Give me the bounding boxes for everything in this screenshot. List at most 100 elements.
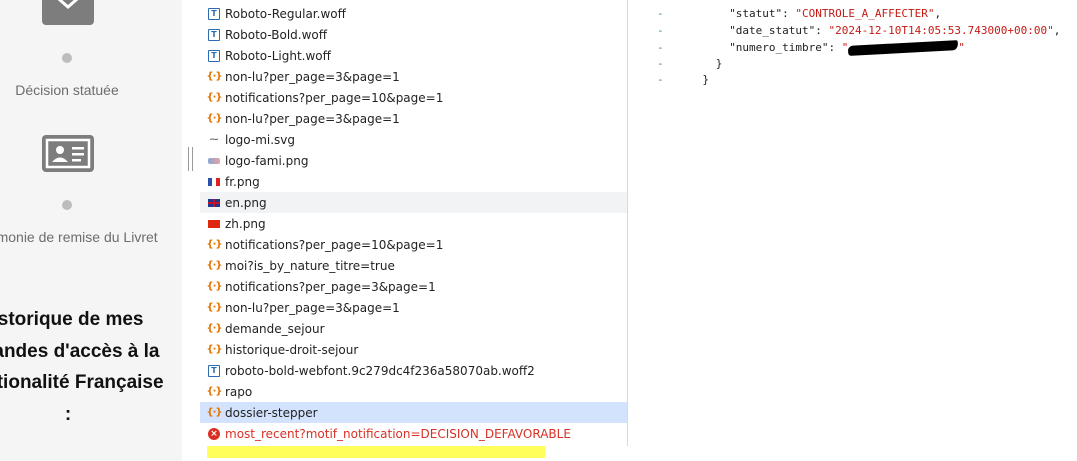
request-row[interactable]: {·} dossier-stepper [200, 402, 627, 423]
json-value: "2024-12-10T14:05:53.743000+00:00" [828, 24, 1054, 37]
request-row[interactable]: {·} non-lu?per_page=3&page=1 [200, 66, 627, 87]
fetch-request-icon: {·} [206, 385, 222, 397]
diff-marker: - [657, 24, 664, 37]
font-file-icon: T [208, 364, 220, 377]
request-row[interactable]: en.png [200, 192, 627, 213]
envelope-icon [42, 0, 94, 25]
panel-resize-handle[interactable] [188, 147, 194, 171]
json-key: "numero_timbre" [729, 41, 829, 54]
request-name: roboto-bold-webfont.9c279dc4f236a58070ab… [225, 363, 535, 378]
redaction-scribble [848, 40, 959, 56]
request-name: non-lu?per_page=3&page=1 [225, 111, 400, 126]
json-key: "statut" [729, 7, 783, 20]
request-name: logo-fami.png [225, 153, 309, 168]
error-icon: × [208, 427, 220, 440]
step-label-decision: Décision statuée [15, 82, 119, 98]
fetch-request-icon: {·} [206, 112, 222, 124]
request-row[interactable]: ⁓ logo-mi.svg [200, 129, 627, 150]
diff-marker: - [657, 7, 664, 20]
json-punctuation: " [958, 41, 966, 54]
json-code: "numero_timbre": " " [729, 40, 966, 56]
diff-marker: - [657, 41, 664, 54]
request-name: Roboto-Bold.woff [225, 27, 328, 42]
image-thumbnail-icon [208, 157, 220, 164]
request-row[interactable]: Troboto-bold-webfont.9c279dc4f236a58070a… [200, 360, 627, 381]
flag-fr-icon [208, 177, 220, 186]
request-row[interactable]: {·} notifications?per_page=3&page=1 [200, 276, 627, 297]
request-row[interactable]: {·} notifications?per_page=10&page=1 [200, 87, 627, 108]
json-code: } [702, 72, 709, 88]
diff-marker: - [657, 57, 664, 70]
request-row[interactable]: {·} moi?is_by_nature_titre=true [200, 255, 627, 276]
json-brace: } [715, 57, 723, 70]
diff-marker: - [657, 73, 664, 86]
json-line: -} [628, 72, 1077, 88]
fetch-request-icon: {·} [206, 280, 222, 292]
request-name: notifications?per_page=3&page=1 [225, 279, 436, 294]
request-row[interactable]: × most_recent?motif_notification=DECISION… [200, 423, 627, 444]
request-name: fr.png [225, 174, 260, 189]
request-name: Roboto-Regular.woff [225, 6, 346, 21]
request-name: historique-droit-sejour [225, 342, 359, 357]
json-punctuation: , [1053, 24, 1061, 37]
font-file-icon: T [208, 28, 220, 41]
json-code: "date_statut": "2024-12-10T14:05:53.7430… [729, 24, 1061, 37]
request-row[interactable]: T Roboto-Regular.woff [200, 3, 627, 24]
fetch-request-icon: {·} [206, 406, 222, 418]
flag-uk-icon [208, 198, 220, 207]
network-request-list: T Roboto-Regular.woff T Roboto-Bold.woff T Ro… [200, 0, 628, 446]
request-name: notifications?per_page=10&page=1 [225, 90, 444, 105]
request-name: moi?is_by_nature_titre=true [225, 258, 395, 273]
step-dot [62, 53, 72, 63]
fetch-request-icon: {·} [206, 70, 222, 82]
json-line: - "numero_timbre": " " [628, 40, 1077, 56]
status-stepper: Décision statuée érémonie de remise du L… [0, 0, 182, 461]
request-name: en.png [225, 195, 267, 210]
request-name: non-lu?per_page=3&page=1 [225, 69, 400, 84]
json-line: -} [628, 56, 1077, 72]
json-value: "CONTROLE_A_AFFECTER" [795, 7, 935, 20]
flag-cn-icon [208, 219, 220, 228]
request-name: dossier-stepper [225, 405, 318, 420]
request-name: rapo [225, 384, 253, 399]
fetch-request-icon: {·} [206, 238, 222, 250]
request-row[interactable]: logo-fami.png [200, 150, 627, 171]
request-row[interactable]: fr.png [200, 171, 627, 192]
request-row[interactable]: {·} notifications?per_page=10&page=1 [200, 234, 627, 255]
request-name: Roboto-Light.woff [225, 48, 331, 63]
request-row[interactable]: T Roboto-Bold.woff [200, 24, 627, 45]
fetch-request-icon: {·} [206, 301, 222, 313]
request-row[interactable]: {·} rapo [200, 381, 627, 402]
json-punctuation: , [934, 7, 942, 20]
json-brace: } [702, 73, 710, 86]
request-row[interactable]: T Roboto-Light.woff [200, 45, 627, 66]
json-key: "date_statut" [729, 24, 816, 37]
fetch-request-icon: {·} [206, 91, 222, 103]
request-row[interactable]: {·} demande_sejour [200, 318, 627, 339]
fetch-request-icon: {·} [206, 343, 222, 355]
request-name: logo-mi.svg [225, 132, 295, 147]
fetch-request-icon: {·} [206, 259, 222, 271]
request-row[interactable]: zh.png [200, 213, 627, 234]
json-code: } [716, 56, 723, 72]
request-name: most_recent?motif_notification=DECISION_… [225, 426, 571, 441]
history-heading: istorique de mes mandes d'accès à la Nat… [0, 309, 164, 425]
response-json-diff: - "statut": "CONTROLE_A_AFFECTER", - "date_… [628, 0, 1077, 461]
json-line: - "statut": "CONTROLE_A_AFFECTER", [628, 6, 1077, 22]
step-label-ceremonie: érémonie de remise du Livret [0, 229, 158, 245]
screenshot-root: Décision statuée érémonie de remise du L… [0, 0, 1077, 461]
request-name: non-lu?per_page=3&page=1 [225, 300, 400, 315]
request-name: demande_sejour [225, 321, 325, 336]
request-row[interactable]: {·} non-lu?per_page=3&page=1 [200, 297, 627, 318]
request-row[interactable]: {·} non-lu?per_page=3&page=1 [200, 108, 627, 129]
request-row[interactable]: {·} historique-droit-sejour [200, 339, 627, 360]
id-card-icon [42, 135, 94, 172]
font-file-icon: T [208, 49, 220, 62]
json-line: - "date_statut": "2024-12-10T14:05:53.743… [628, 23, 1077, 39]
fetch-request-icon: {·} [206, 322, 222, 334]
request-name: zh.png [225, 216, 266, 231]
font-file-icon: T [208, 7, 220, 20]
step-dot [62, 200, 72, 210]
json-code: "statut": "CONTROLE_A_AFFECTER", [729, 7, 942, 20]
svg-file-icon: ⁓ [209, 134, 219, 145]
